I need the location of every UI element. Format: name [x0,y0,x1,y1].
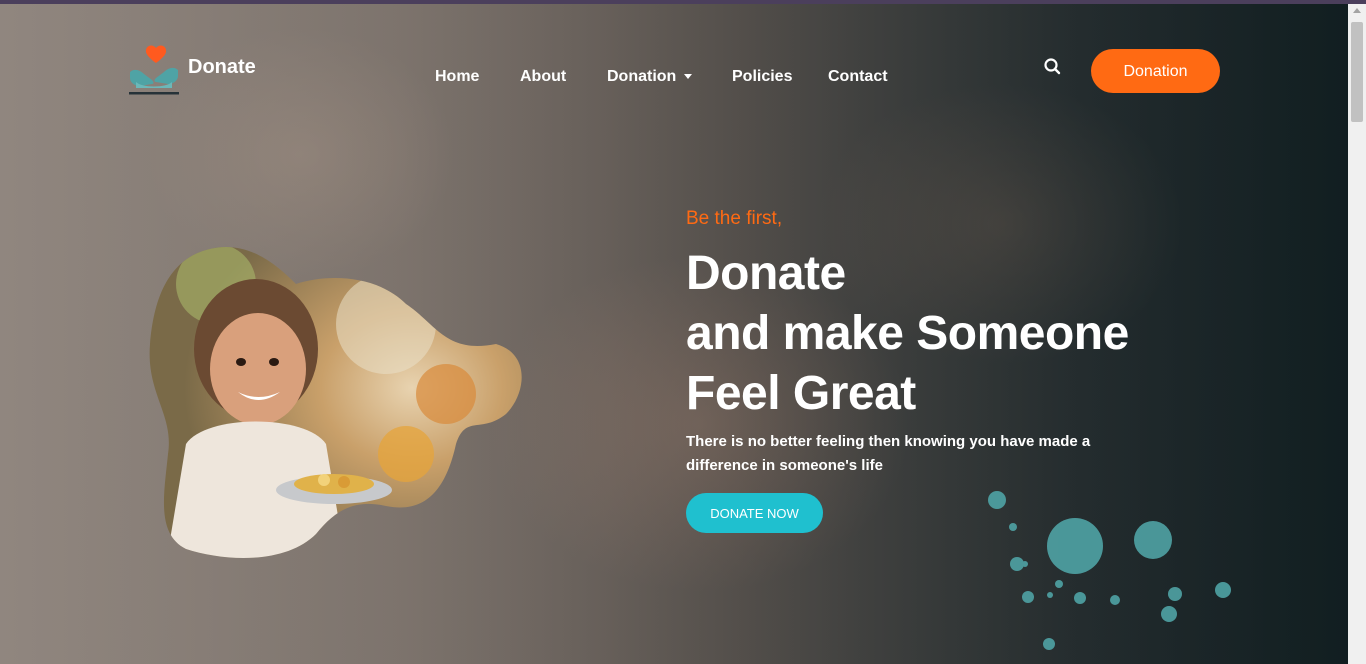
headline-line-2: and make Someone [686,307,1129,360]
headline-line-1: Donate [686,247,846,300]
scrollbar-thumb[interactable] [1351,22,1363,122]
chevron-down-icon [684,74,693,80]
donate-now-button[interactable]: DONATE NOW [686,493,823,533]
nav-item-home[interactable]: Home [435,68,479,86]
brand-logo[interactable]: Donate [128,44,268,98]
paint-splatter-decoration [988,491,1231,650]
search-icon[interactable] [1042,56,1064,78]
hero-headline: Donate and make Someone Feel Great [686,244,1206,424]
heart-hands-icon [129,45,179,95]
brand-name: Donate [188,56,256,78]
hero-blob-photo [149,246,522,559]
page-scrollbar[interactable] [1348,4,1366,664]
nav-item-about[interactable]: About [520,68,566,86]
hero-kicker: Be the first, [686,208,783,229]
nav-item-policies[interactable]: Policies [732,68,792,86]
nav-item-contact[interactable]: Contact [828,68,888,86]
scroll-up-arrow-icon[interactable] [1353,8,1361,13]
headline-line-3: Feel Great [686,367,916,420]
hero-section: Donate Home About Donation Policies Cont… [0,4,1348,664]
nav-item-donation[interactable]: Donation [607,68,693,86]
donation-button[interactable]: Donation [1091,49,1220,93]
nav-item-donation-label: Donation [607,68,677,85]
hero-subtext: There is no better feeling then knowing … [686,433,1091,474]
